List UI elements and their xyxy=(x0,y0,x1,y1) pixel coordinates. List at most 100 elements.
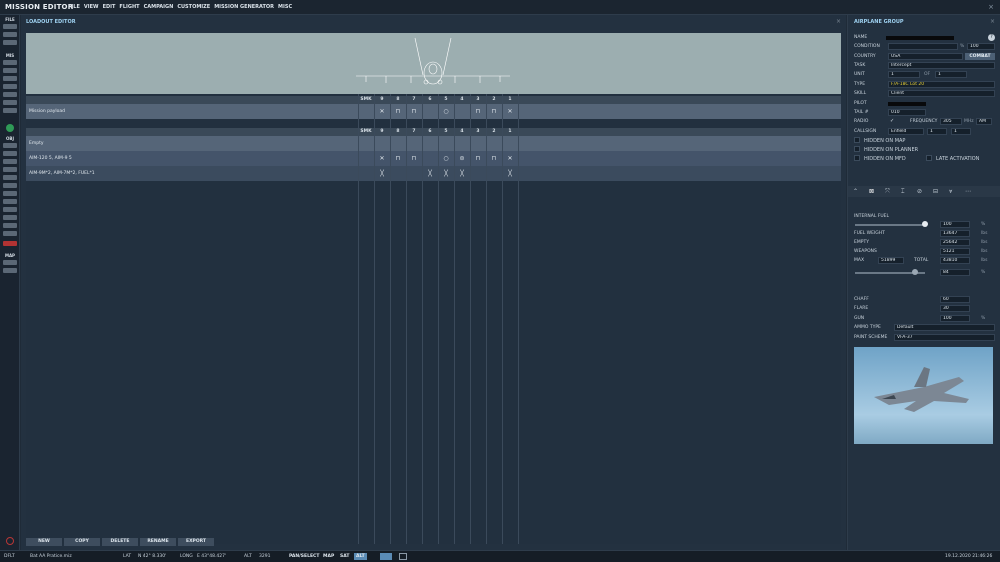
pylon-4-cell[interactable]: ╳ xyxy=(454,170,470,177)
menu-flight[interactable]: FLIGHT xyxy=(119,4,139,10)
help-icon[interactable]: ? xyxy=(988,34,995,41)
failures-tab-icon[interactable]: ⊘ xyxy=(917,188,922,195)
fuel-slider-track[interactable] xyxy=(855,224,925,226)
sat-button[interactable]: SAT xyxy=(338,553,351,560)
callsign-unit-input[interactable]: 1 xyxy=(951,128,971,135)
close-icon[interactable]: × xyxy=(988,3,994,11)
route-tab-icon[interactable]: ⌃ xyxy=(853,188,858,195)
hidden-mfd-checkbox[interactable] xyxy=(854,155,860,161)
pylon-3-cell[interactable]: ⊓ xyxy=(470,108,486,115)
condition-slider[interactable] xyxy=(888,43,958,50)
menu-view[interactable]: VIEW xyxy=(84,4,99,10)
callsign-select[interactable]: Enfield xyxy=(888,128,924,135)
pylon-2-cell[interactable]: ⊓ xyxy=(486,155,502,162)
weather-icon[interactable] xyxy=(3,68,17,73)
add-awacs-icon[interactable] xyxy=(3,207,17,212)
type-select[interactable]: F/A-18C Lot 20 xyxy=(888,81,995,88)
pylon-5-cell[interactable]: ○ xyxy=(438,155,454,162)
callsign-group-input[interactable]: 1 xyxy=(927,128,947,135)
pylon-8-cell[interactable]: ⊓ xyxy=(390,108,406,115)
close-icon[interactable]: × xyxy=(990,18,995,25)
goals-icon[interactable] xyxy=(3,76,17,81)
mission-payload-row[interactable]: Mission payload ✕ ⊓ ⊓ ○ ⊓ ⊓ ✕ xyxy=(26,104,841,119)
menu-campaign[interactable]: CAMPAIGN xyxy=(144,4,174,10)
add-nav-point-icon[interactable] xyxy=(3,199,17,204)
pylon-4-cell[interactable]: ⊜ xyxy=(454,155,470,162)
pylon-7-cell[interactable]: ⊓ xyxy=(406,108,422,115)
menu-misc[interactable]: MISC xyxy=(278,4,292,10)
pylon-1-cell[interactable]: ✕ xyxy=(502,108,518,115)
pylon-5-cell[interactable]: ○ xyxy=(438,108,454,115)
internal-fuel-input[interactable]: 100 xyxy=(940,221,970,228)
add-vehicle-icon[interactable] xyxy=(3,167,17,172)
flare-input[interactable]: 30 xyxy=(940,305,970,312)
menu-edit[interactable]: EDIT xyxy=(103,4,116,10)
hidden-map-checkbox[interactable] xyxy=(854,137,860,143)
map-options-icon[interactable] xyxy=(3,260,17,265)
fuel-icon[interactable] xyxy=(3,108,17,113)
menu-mission-generator[interactable]: MISSION GENERATOR xyxy=(214,4,274,10)
pylon-2-cell[interactable]: ⊓ xyxy=(486,108,502,115)
delete-object-icon[interactable] xyxy=(3,241,17,246)
late-activation-checkbox[interactable] xyxy=(926,155,932,161)
add-helicopter-icon[interactable] xyxy=(3,151,17,156)
hidden-planner-checkbox[interactable] xyxy=(854,146,860,152)
rename-button[interactable]: RENAME xyxy=(140,538,176,546)
alt-button[interactable]: ALT xyxy=(354,553,367,560)
pylon-6-cell[interactable]: ╳ xyxy=(422,170,438,177)
skill-select[interactable]: Client xyxy=(888,90,995,97)
close-icon[interactable]: × xyxy=(836,18,841,25)
radio-checkbox[interactable]: ✓ xyxy=(890,118,894,124)
list-tab-icon[interactable]: ⩔ xyxy=(949,188,952,196)
exit-icon[interactable] xyxy=(6,537,14,545)
pylon-7-cell[interactable]: ⊓ xyxy=(406,155,422,162)
new-button[interactable]: NEW xyxy=(26,538,62,546)
add-route-icon[interactable] xyxy=(3,231,17,236)
loadout-row-aim120[interactable]: AIM-120 5, AIM-9 5 ✕ ⊓ ⊓ ○ ⊜ ⊓ ⊓ ✕ xyxy=(26,151,841,166)
ammo-type-select[interactable]: Default xyxy=(894,324,995,331)
ruler-icon[interactable] xyxy=(3,268,17,273)
frequency-input[interactable]: 305 xyxy=(940,118,962,125)
save-mission-icon[interactable] xyxy=(3,40,17,45)
weight-slider-handle[interactable] xyxy=(912,269,918,275)
pylon-1-cell[interactable]: ✕ xyxy=(502,155,518,162)
pylon-1-cell[interactable]: ╳ xyxy=(502,170,518,177)
menu-file[interactable]: FILE xyxy=(68,4,80,10)
add-ship-icon[interactable] xyxy=(3,159,17,164)
screenshot-icon[interactable] xyxy=(399,553,407,560)
country-select[interactable]: USA xyxy=(888,53,963,60)
add-static-icon[interactable] xyxy=(3,175,17,180)
add-airplane-icon[interactable] xyxy=(3,143,17,148)
pylon-5-cell[interactable]: ╳ xyxy=(438,170,454,177)
map-layers-icon[interactable] xyxy=(380,553,392,560)
add-zone-icon[interactable] xyxy=(3,191,17,196)
add-airbase-icon[interactable] xyxy=(3,215,17,220)
pylon-9-cell[interactable]: ✕ xyxy=(374,155,390,162)
more-tab-icon[interactable]: ⋯ xyxy=(965,188,971,195)
waypoint-tab-icon[interactable]: ⤧ xyxy=(885,188,890,196)
add-template-icon[interactable] xyxy=(3,183,17,188)
pylon-8-cell[interactable]: ⊓ xyxy=(390,155,406,162)
combat-button[interactable]: COMBAT xyxy=(965,53,995,60)
summary-tab-icon[interactable]: ⊟ xyxy=(933,188,938,195)
add-warehouse-icon[interactable] xyxy=(3,223,17,228)
map-button[interactable]: MAP xyxy=(321,553,336,560)
copy-button[interactable]: COPY xyxy=(64,538,100,546)
tail-input[interactable]: 010 xyxy=(888,109,926,116)
of-input[interactable]: 1 xyxy=(935,71,967,78)
menu-customize[interactable]: CUSTOMIZE xyxy=(177,4,210,10)
coalitions-icon[interactable] xyxy=(3,92,17,97)
unit-input[interactable]: 1 xyxy=(888,71,920,78)
options-icon[interactable] xyxy=(3,100,17,105)
pylon-9-cell[interactable]: ╳ xyxy=(374,170,390,177)
triggers-icon[interactable] xyxy=(3,84,17,89)
new-mission-icon[interactable] xyxy=(3,24,17,29)
loadout-row-aim9[interactable]: AIM-9M*2, AIM-7M*2, FUEL*1 ╳ ╳ ╳ ╳ ╳ xyxy=(26,166,841,181)
helper-icon[interactable] xyxy=(6,124,14,132)
task-select[interactable]: Intercept xyxy=(888,62,995,69)
loadout-row-empty[interactable]: Empty xyxy=(26,136,841,151)
fuel-slider-handle[interactable] xyxy=(922,221,928,227)
pan-select-button[interactable]: PAN/SELECT xyxy=(287,553,321,560)
pylon-9-cell[interactable]: ✕ xyxy=(374,108,390,115)
view-mode-select[interactable]: DFLT xyxy=(4,554,15,559)
